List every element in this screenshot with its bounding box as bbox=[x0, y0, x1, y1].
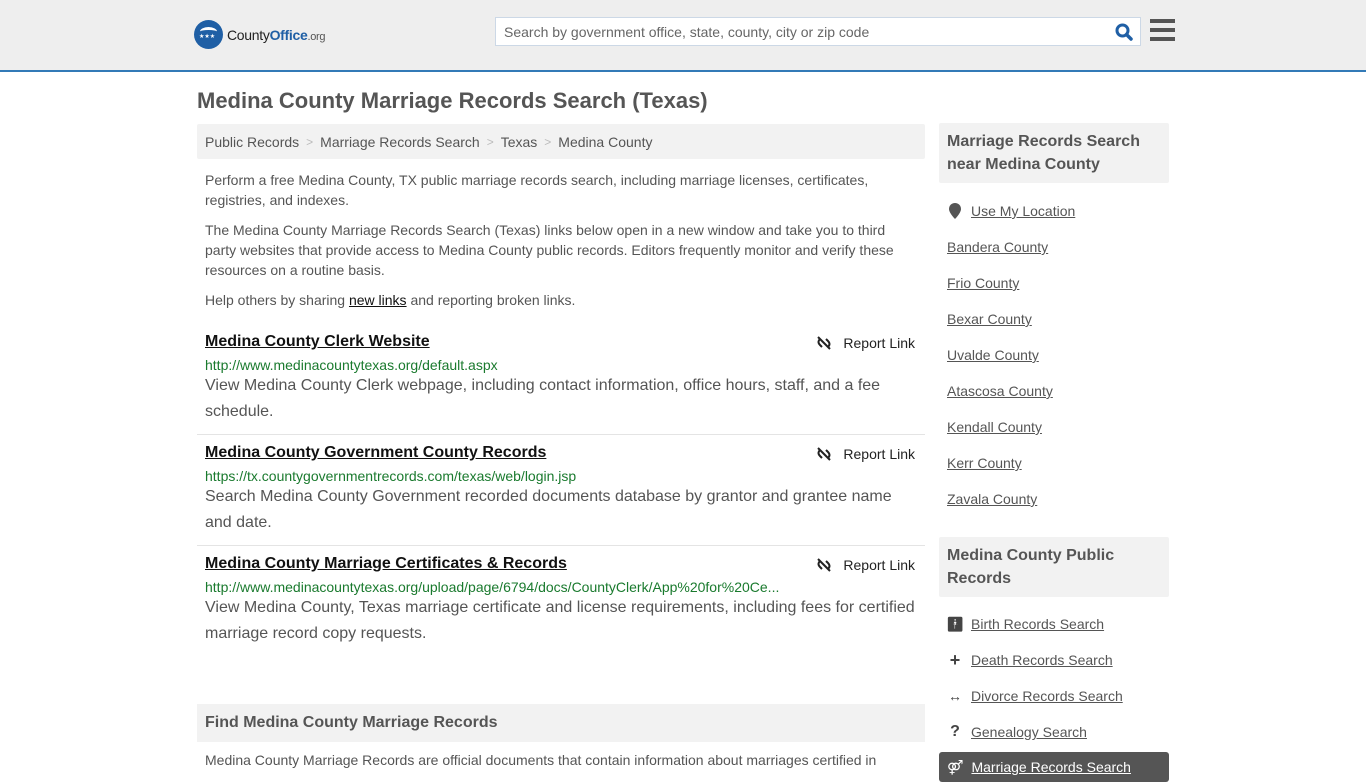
nearby-county-link[interactable]: Uvalde County bbox=[947, 347, 1039, 363]
nearby-county-item: Uvalde County bbox=[947, 337, 1161, 373]
nearby-county-item: Bandera County bbox=[947, 229, 1161, 265]
header: CountyOffice.org bbox=[0, 0, 1366, 72]
nearby-county-item: Frio County bbox=[947, 265, 1161, 301]
result-title-link[interactable]: Medina County Marriage Certificates & Re… bbox=[205, 555, 567, 573]
menu-button[interactable] bbox=[1150, 19, 1175, 41]
result-item: Medina County Clerk Website Report Link … bbox=[197, 324, 925, 435]
birth-records-link[interactable]: Birth Records Search bbox=[971, 616, 1104, 632]
breadcrumb-texas[interactable]: Texas bbox=[501, 134, 538, 150]
result-item: Medina County Government County Records … bbox=[197, 435, 925, 546]
nearby-list: Use My Location Bandera County Frio Coun… bbox=[939, 183, 1169, 517]
nearby-county-item: Kerr County bbox=[947, 445, 1161, 481]
report-link-button[interactable]: Report Link bbox=[816, 557, 915, 573]
nearby-county-link[interactable]: Frio County bbox=[947, 275, 1019, 291]
plus-icon: + bbox=[949, 649, 961, 670]
search-icon bbox=[1115, 23, 1133, 41]
search-bar bbox=[495, 17, 1141, 46]
public-record-item: 🚹︎ Birth Records Search bbox=[946, 606, 1161, 642]
site-logo[interactable]: CountyOffice.org bbox=[194, 20, 326, 49]
public-record-item: ? Genealogy Search bbox=[947, 714, 1161, 750]
breadcrumb-separator: > bbox=[306, 134, 314, 149]
result-url: https://tx.countygovernmentrecords.com/t… bbox=[205, 468, 577, 484]
nearby-county-item: Kendall County bbox=[947, 409, 1161, 445]
intro-paragraph: Perform a free Medina County, TX public … bbox=[205, 172, 869, 208]
breadcrumb-medina-county[interactable]: Medina County bbox=[558, 134, 652, 150]
public-records-list: 🚹︎ Birth Records Search + Death Records Se… bbox=[939, 597, 1169, 750]
help-text: Help others by sharing new links and rep… bbox=[205, 292, 576, 308]
arrows-horizontal-icon: ↔ bbox=[948, 688, 962, 704]
active-marriage-records-item[interactable]: ⚤ Marriage Records Search bbox=[939, 752, 1169, 782]
broken-link-icon bbox=[817, 336, 832, 350]
divorce-records-link[interactable]: Divorce Records Search bbox=[971, 688, 1123, 704]
report-link-button[interactable]: Report Link bbox=[816, 446, 915, 462]
result-url: http://www.medinacountytexas.org/upload/… bbox=[205, 579, 780, 595]
nearby-county-link[interactable]: Bandera County bbox=[947, 239, 1048, 255]
use-my-location-link[interactable]: Use My Location bbox=[971, 203, 1075, 219]
breadcrumb-marriage-records[interactable]: Marriage Records Search bbox=[320, 134, 480, 150]
broken-link-icon bbox=[817, 447, 832, 461]
result-description: Search Medina County Government recorded… bbox=[205, 488, 892, 531]
nearby-county-item: Bexar County bbox=[947, 301, 1161, 337]
intro-paragraph: The Medina County Marriage Records Searc… bbox=[205, 222, 894, 278]
broken-link-icon bbox=[817, 558, 832, 572]
question-icon: ? bbox=[950, 723, 960, 740]
breadcrumb-separator: > bbox=[544, 134, 552, 149]
nearby-county-link[interactable]: Kendall County bbox=[947, 419, 1042, 435]
map-marker-icon bbox=[947, 203, 963, 219]
result-url: http://www.medinacountytexas.org/default… bbox=[205, 357, 498, 373]
marriage-records-link[interactable]: Marriage Records Search bbox=[971, 759, 1131, 775]
nearby-heading: Marriage Records Search near Medina Coun… bbox=[939, 123, 1169, 183]
public-record-item: ↔ Divorce Records Search bbox=[947, 678, 1161, 714]
report-link-button[interactable]: Report Link bbox=[816, 335, 915, 351]
breadcrumb: Public Records > Marriage Records Search >… bbox=[197, 124, 925, 159]
search-button[interactable] bbox=[1108, 18, 1140, 46]
result-title-link[interactable]: Medina County Clerk Website bbox=[205, 333, 430, 351]
breadcrumb-separator: > bbox=[486, 134, 494, 149]
nearby-county-link[interactable]: Atascosa County bbox=[947, 383, 1053, 399]
result-item: Medina County Marriage Certificates & Re… bbox=[197, 546, 925, 656]
public-records-heading: Medina County Public Records bbox=[939, 537, 1169, 597]
page-title: Medina County Marriage Records Search (T… bbox=[197, 88, 708, 113]
result-title-link[interactable]: Medina County Government County Records bbox=[205, 444, 546, 462]
logo-emblem-icon bbox=[194, 20, 223, 49]
sidebar: Marriage Records Search near Medina Coun… bbox=[939, 123, 1169, 782]
nearby-county-link[interactable]: Zavala County bbox=[947, 491, 1037, 507]
marriage-icon: ⚤ bbox=[947, 758, 964, 775]
result-description: View Medina County Clerk webpage, includ… bbox=[205, 377, 881, 420]
genealogy-link[interactable]: Genealogy Search bbox=[971, 724, 1087, 740]
logo-text: CountyOffice.org bbox=[227, 26, 326, 43]
nearby-county-link[interactable]: Bexar County bbox=[947, 311, 1032, 327]
nearby-county-item: Zavala County bbox=[947, 481, 1161, 517]
death-records-link[interactable]: Death Records Search bbox=[971, 652, 1113, 668]
search-input[interactable] bbox=[496, 18, 1108, 45]
new-links-link[interactable]: new links bbox=[349, 292, 407, 308]
result-description: View Medina County, Texas marriage certi… bbox=[205, 599, 915, 642]
intro: Perform a free Medina County, TX public … bbox=[197, 170, 925, 310]
breadcrumb-public-records[interactable]: Public Records bbox=[205, 134, 299, 150]
use-location-item: Use My Location bbox=[947, 193, 1161, 229]
nearby-county-link[interactable]: Kerr County bbox=[947, 455, 1022, 471]
find-section-text: Medina County Marriage Records are offic… bbox=[205, 752, 877, 768]
main-content: Public Records > Marriage Records Search >… bbox=[197, 124, 925, 768]
find-section-heading: Find Medina County Marriage Records bbox=[197, 704, 925, 742]
nearby-county-item: Atascosa County bbox=[947, 373, 1161, 409]
public-record-item: + Death Records Search bbox=[947, 642, 1161, 678]
child-icon: 🚹︎ bbox=[946, 615, 964, 632]
